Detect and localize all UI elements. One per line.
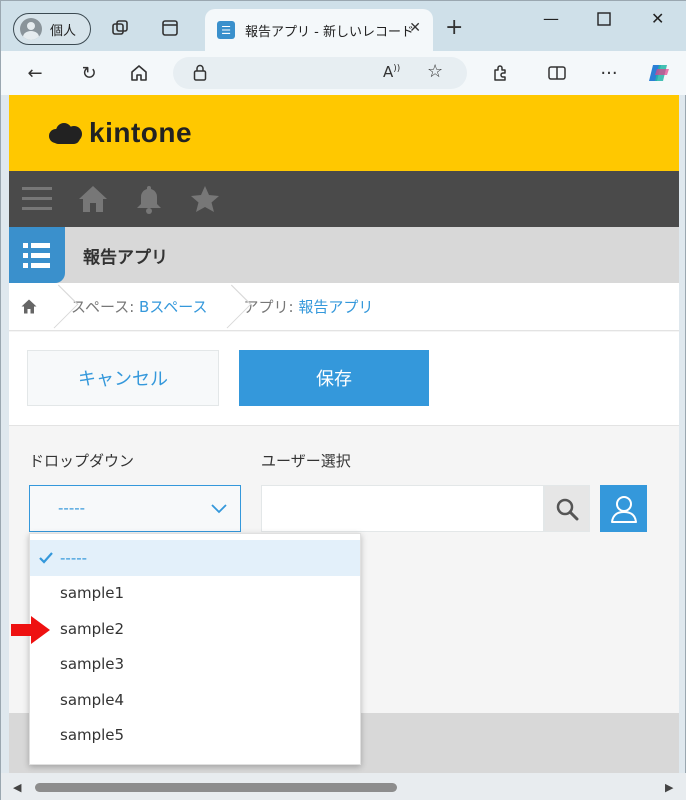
breadcrumb-app-prefix: アプリ: bbox=[243, 298, 299, 316]
search-icon[interactable] bbox=[544, 485, 590, 532]
read-aloud-icon[interactable]: A)) bbox=[383, 63, 400, 81]
dropdown-option-label: sample2 bbox=[60, 619, 125, 638]
kintone-header: kintone bbox=[9, 95, 679, 171]
scroll-left-icon[interactable]: ◀ bbox=[13, 781, 21, 794]
tab-bar: 個人 ☰ 報告アプリ - 新しいレコード ✕ + — ✕ bbox=[1, 1, 686, 51]
dropdown-option[interactable]: sample2 bbox=[30, 611, 360, 647]
minimize-icon[interactable]: — bbox=[543, 9, 559, 28]
dropdown-option[interactable]: sample4 bbox=[30, 682, 360, 718]
close-window-icon[interactable]: ✕ bbox=[651, 9, 664, 28]
dropdown-field[interactable]: ----- bbox=[29, 485, 241, 532]
dropdown-option-label: sample4 bbox=[60, 690, 125, 709]
copilot-icon[interactable] bbox=[647, 61, 671, 85]
profile-label: 個人 bbox=[50, 23, 77, 39]
app-bar: 報告アプリ bbox=[9, 227, 679, 283]
dropdown-option[interactable]: sample3 bbox=[30, 647, 360, 683]
menu-icon[interactable] bbox=[21, 183, 53, 215]
refresh-icon[interactable]: ↻ bbox=[77, 61, 101, 85]
favorite-star-icon[interactable]: ☆ bbox=[427, 61, 443, 82]
cloud-logo-icon bbox=[49, 120, 85, 146]
kintone-logo[interactable]: kintone bbox=[49, 117, 192, 149]
close-icon[interactable]: ✕ bbox=[409, 20, 421, 36]
red-arrow-icon bbox=[11, 615, 51, 649]
save-button[interactable]: 保存 bbox=[239, 350, 429, 406]
breadcrumb-app: アプリ: 報告アプリ bbox=[236, 296, 384, 317]
home-icon[interactable] bbox=[77, 183, 109, 215]
dropdown-option-label: sample5 bbox=[60, 726, 125, 745]
scrollbar-thumb[interactable] bbox=[35, 783, 397, 792]
avatar-icon bbox=[20, 18, 42, 40]
tab-actions-icon[interactable] bbox=[159, 17, 181, 39]
user-select-input[interactable] bbox=[261, 485, 544, 532]
user-select-label: ユーザー選択 bbox=[261, 452, 351, 470]
browser-window: 個人 ☰ 報告アプリ - 新しいレコード ✕ + — ✕ ← ↻ A)) ☆ ·… bbox=[0, 0, 686, 800]
breadcrumb-space-link[interactable]: Bスペース bbox=[139, 298, 208, 316]
cancel-button[interactable]: キャンセル bbox=[27, 350, 219, 406]
bell-icon[interactable] bbox=[133, 183, 165, 215]
address-bar[interactable]: A)) ☆ bbox=[173, 57, 467, 89]
tab-active[interactable]: ☰ 報告アプリ - 新しいレコード ✕ bbox=[205, 9, 433, 51]
app-title[interactable]: 報告アプリ bbox=[83, 243, 168, 268]
horizontal-scrollbar[interactable]: ◀ ▶ bbox=[1, 773, 686, 800]
dropdown-option[interactable]: ----- bbox=[30, 540, 360, 576]
lock-icon bbox=[193, 64, 207, 86]
dropdown-option-label: ----- bbox=[60, 548, 88, 567]
dropdown-option[interactable]: sample5 bbox=[30, 718, 360, 754]
dropdown-option-label: sample1 bbox=[60, 584, 125, 603]
breadcrumb-app-link[interactable]: 報告アプリ bbox=[298, 298, 373, 316]
tab-title: 報告アプリ - 新しいレコード bbox=[245, 24, 414, 40]
scroll-right-icon[interactable]: ▶ bbox=[665, 781, 673, 794]
dropdown-menu: ----- sample1 sample2 sample3 sample4 sa… bbox=[29, 533, 361, 765]
breadcrumb-separator bbox=[49, 283, 63, 331]
more-menu-icon[interactable]: ··· bbox=[597, 61, 621, 85]
new-tab-button[interactable]: + bbox=[445, 15, 463, 40]
breadcrumb-separator bbox=[222, 283, 236, 331]
maximize-icon[interactable] bbox=[597, 11, 611, 30]
breadcrumb-space: スペース: Bスペース bbox=[63, 296, 218, 317]
dropdown-option-label: sample3 bbox=[60, 655, 125, 674]
browser-toolbar: ← ↻ A)) ☆ ··· bbox=[1, 51, 686, 95]
dropdown-label: ドロップダウン bbox=[29, 452, 135, 470]
app-list-icon[interactable] bbox=[9, 227, 65, 283]
breadcrumb: スペース: Bスペース アプリ: 報告アプリ bbox=[9, 283, 679, 331]
dropdown-option[interactable]: sample1 bbox=[30, 576, 360, 612]
home-icon[interactable] bbox=[127, 61, 151, 85]
global-nav bbox=[9, 171, 679, 227]
extensions-icon[interactable] bbox=[489, 61, 513, 85]
user-icon[interactable] bbox=[600, 485, 647, 532]
split-screen-icon[interactable] bbox=[545, 61, 569, 85]
back-icon[interactable]: ← bbox=[23, 61, 47, 85]
profile-button[interactable]: 個人 bbox=[13, 13, 91, 45]
check-icon bbox=[39, 550, 53, 568]
record-action-bar: キャンセル 保存 bbox=[9, 332, 679, 426]
star-icon[interactable] bbox=[189, 183, 221, 215]
brand-name: kintone bbox=[89, 117, 193, 148]
breadcrumb-space-prefix: スペース: bbox=[71, 298, 140, 316]
workspaces-icon[interactable] bbox=[109, 17, 131, 39]
list-icon: ☰ bbox=[217, 21, 235, 39]
dropdown-value: ----- bbox=[58, 499, 86, 517]
chevron-down-icon[interactable] bbox=[196, 486, 241, 531]
